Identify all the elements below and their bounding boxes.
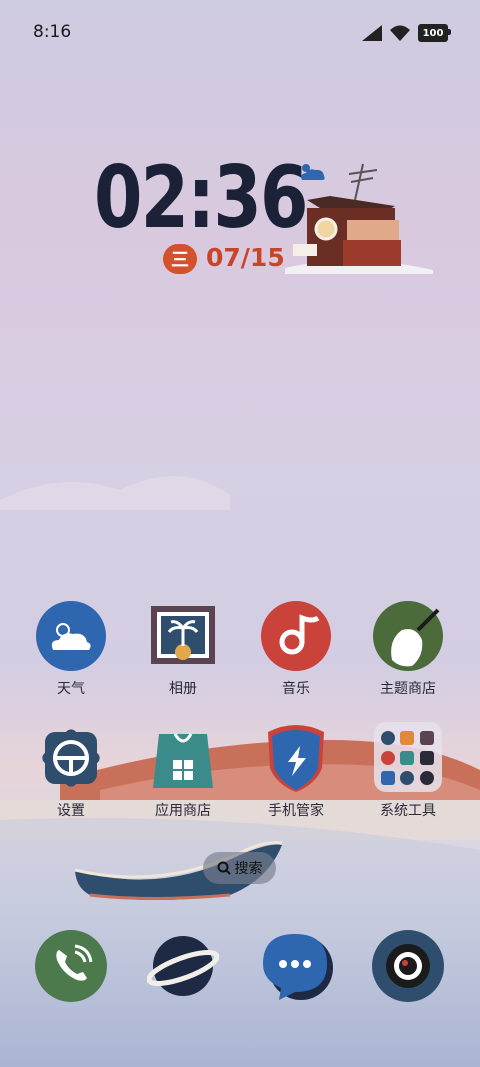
dock-camera[interactable]: [372, 930, 444, 1006]
gallery-icon: [147, 600, 219, 672]
folder-icon: [372, 722, 444, 794]
music-icon: [260, 600, 332, 672]
battery-icon: 100: [418, 24, 451, 42]
dock-phone[interactable]: [35, 930, 107, 1006]
app-phone-manager[interactable]: 手机管家: [246, 722, 346, 820]
search-label: 搜索: [234, 861, 263, 877]
app-gallery[interactable]: 相册: [133, 600, 233, 698]
cellular-signal-icon: [362, 25, 382, 41]
app-theme-store[interactable]: 主题商店: [358, 600, 458, 698]
app-label: 手机管家: [268, 803, 324, 819]
app-label: 音乐: [282, 681, 310, 697]
theme-store-icon: [372, 600, 444, 672]
app-store[interactable]: 应用商店: [133, 722, 233, 820]
app-label: 应用商店: [155, 803, 211, 819]
clock-widget-time[interactable]: 02:36: [94, 148, 308, 248]
camera-icon: [372, 930, 444, 1002]
browser-icon: [146, 936, 220, 996]
house-illustration: [285, 163, 433, 274]
messages-icon: [263, 934, 333, 1000]
wifi-icon: [390, 25, 410, 41]
settings-icon: [35, 722, 107, 794]
dock-messages[interactable]: [259, 930, 333, 1006]
app-store-icon: [147, 722, 219, 794]
folder-system-tools[interactable]: 系统工具: [358, 722, 458, 820]
battery-level: 100: [422, 27, 444, 39]
search-button[interactable]: 搜索: [203, 852, 276, 884]
phone-icon: [35, 930, 107, 1002]
app-weather[interactable]: 天气: [21, 600, 121, 698]
clock-widget-date: 07/15: [206, 243, 285, 272]
app-label: 天气: [57, 681, 85, 697]
app-music[interactable]: 音乐: [246, 600, 346, 698]
app-label: 主题商店: [380, 681, 436, 697]
status-bar: 8:16 100: [0, 22, 480, 46]
status-time: 8:16: [33, 22, 72, 42]
app-label: 相册: [169, 681, 197, 697]
dock-browser[interactable]: [146, 930, 220, 1006]
shield-icon: [260, 722, 332, 794]
weekday-badge: 三: [163, 244, 197, 274]
search-icon: [217, 861, 231, 875]
app-label: 设置: [57, 803, 85, 819]
weather-icon: [35, 600, 107, 672]
app-settings[interactable]: 设置: [21, 722, 121, 820]
app-label: 系统工具: [380, 803, 436, 819]
